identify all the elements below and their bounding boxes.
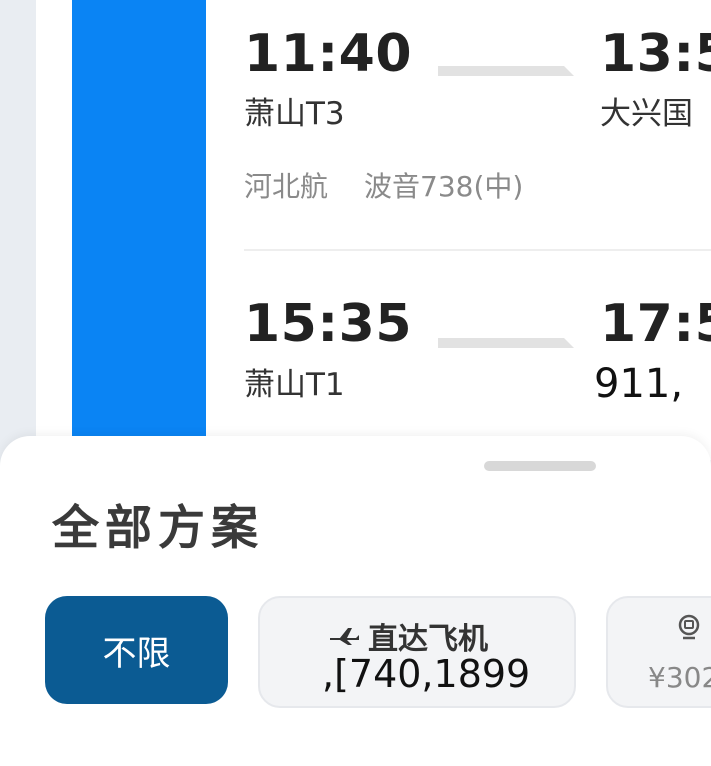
flight-1-airline: 河北航 <box>244 170 329 203</box>
sheet-drag-handle[interactable] <box>484 461 596 471</box>
flight-1-arrive-time: 13:5 <box>600 24 711 84</box>
flight-divider <box>244 249 711 251</box>
flight-2-overlay-text: 911, <box>590 356 688 412</box>
flight-1-arrive-airport: 大兴国 <box>600 96 693 132</box>
filter-chip-unlimited[interactable]: 不限 <box>45 596 228 704</box>
flight-1-route-arrow <box>438 66 574 76</box>
airplane-icon <box>328 619 360 654</box>
filter-chip-unlimited-label: 不限 <box>102 633 171 674</box>
flight-2-depart-airport: 萧山T1 <box>244 367 345 403</box>
train-icon <box>676 614 702 645</box>
flight-1-depart-airport: 萧山T3 <box>244 96 345 132</box>
flight-2-arrive-time: 17:5 <box>600 294 711 354</box>
selected-indicator-bar <box>72 0 206 440</box>
flight-2-route-arrow <box>438 338 574 348</box>
flight-2-depart-time: 15:35 <box>244 294 413 354</box>
flight-1-aircraft: 波音738(中) <box>364 170 524 203</box>
flight-1-depart-time: 11:40 <box>244 24 413 84</box>
filter-chip-train-price: ¥302 <box>648 661 711 694</box>
sheet-title: 全部方案 <box>52 501 264 556</box>
filter-chip-direct-flight-price: ,[740,1899 <box>322 652 531 696</box>
